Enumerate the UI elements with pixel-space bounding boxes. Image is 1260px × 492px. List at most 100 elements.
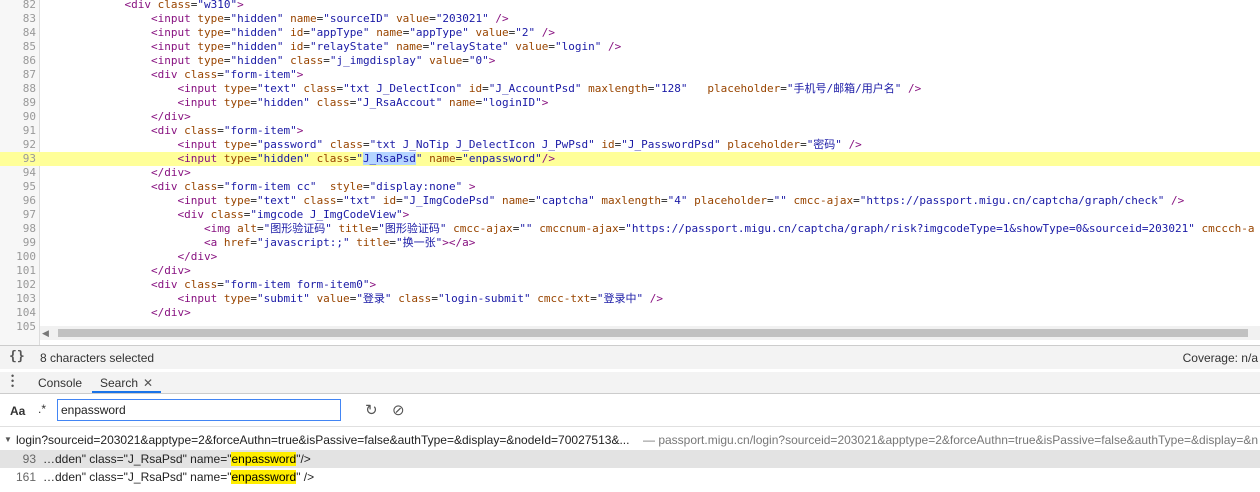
selection-info: 8 characters selected	[40, 351, 155, 365]
line-number[interactable]: 93	[0, 152, 36, 166]
line-number[interactable]: 86	[0, 54, 36, 68]
code-line: 86 <input type="hidden" class="j_imgdisp…	[0, 54, 1260, 68]
match-highlight: enpassword	[231, 452, 297, 466]
match-text: …dden" class="J_RsaPsd" name="enpassword…	[43, 470, 315, 484]
code-text: <div class="form-item">	[150, 124, 304, 137]
code-text: <input type="hidden" name="sourceID" val…	[150, 12, 509, 25]
line-number[interactable]: 92	[0, 138, 36, 152]
line-number[interactable]: 88	[0, 82, 36, 96]
line-number[interactable]: 89	[0, 96, 36, 110]
code-text: <input type="text" class="txt" id="J_Img…	[177, 194, 1185, 207]
line-number[interactable]: 85	[0, 40, 36, 54]
code-text: <input type="hidden" id="relayState" nam…	[150, 40, 622, 53]
code-line: 94 </div>	[0, 166, 1260, 180]
tab-search[interactable]: Search ✕	[92, 372, 162, 393]
line-number[interactable]: 84	[0, 26, 36, 40]
code-line: 83 <input type="hidden" name="sourceID" …	[0, 12, 1260, 26]
code-line: 97 <div class="imgcode J_ImgCodeView">	[0, 208, 1260, 222]
match-case-toggle[interactable]: Aa	[10, 404, 25, 418]
code-text: <div class="w310">	[124, 0, 244, 11]
code-line: 82 <div class="w310">	[0, 0, 1260, 12]
line-number[interactable]: 99	[0, 236, 36, 250]
line-number[interactable]: 83	[0, 12, 36, 26]
code-text: </div>	[177, 250, 218, 263]
code-line: 87 <div class="form-item">	[0, 68, 1260, 82]
close-icon[interactable]: ✕	[143, 376, 153, 390]
coverage-status: Coverage: n/a	[1182, 351, 1258, 365]
code-line: 91 <div class="form-item">	[0, 124, 1260, 138]
search-toolbar: Aa .* ↻ ⊘	[0, 394, 1260, 427]
code-line: 96 <input type="text" class="txt" id="J_…	[0, 194, 1260, 208]
expand-triangle-icon[interactable]: ▼	[4, 432, 12, 448]
code-text: <input type="text" class="txt J_DelectIc…	[177, 82, 922, 95]
code-text: <input type="hidden" id="appType" name="…	[150, 26, 556, 39]
regex-toggle[interactable]: .*	[38, 402, 46, 416]
drawer-tab-bar: • • • Console Search ✕	[0, 372, 1260, 394]
line-number[interactable]: 103	[0, 292, 36, 306]
refresh-icon[interactable]: ↻	[365, 401, 378, 419]
code-text: <img alt="图形验证码" title="图形验证码" cmcc-ajax…	[203, 222, 1255, 235]
code-line: 88 <input type="text" class="txt J_Delec…	[0, 82, 1260, 96]
line-number[interactable]: 104	[0, 306, 36, 320]
result-file-header[interactable]: ▼ login?sourceid=203021&apptype=2&forceA…	[0, 432, 1260, 448]
code-text: <input type="submit" value="登录" class="l…	[177, 292, 664, 305]
code-text: <div class="form-item cc" style="display…	[150, 180, 476, 193]
code-text: <a href="javascript:;" title="换一张"></a>	[203, 236, 476, 249]
code-line: 93 <input type="hidden" class="J_RsaPsd"…	[0, 152, 1260, 166]
code-line: 90 </div>	[0, 110, 1260, 124]
code-line: 103 <input type="submit" value="登录" clas…	[0, 292, 1260, 306]
code-line: 95 <div class="form-item cc" style="disp…	[0, 180, 1260, 194]
editor-status-bar: {} 8 characters selected Coverage: n/a	[0, 345, 1260, 369]
line-number[interactable]: 101	[0, 264, 36, 278]
code-text: <div class="form-item form-item0">	[150, 278, 377, 291]
code-line: 101 </div>	[0, 264, 1260, 278]
code-text: <div class="form-item">	[150, 68, 304, 81]
clear-icon[interactable]: ⊘	[392, 401, 405, 419]
code-text: <input type="hidden" class="J_RsaAccout"…	[177, 96, 549, 109]
match-highlight: enpassword	[231, 470, 297, 484]
result-file-url: — passport.migu.cn/login?sourceid=203021…	[643, 433, 1259, 447]
search-input[interactable]	[57, 399, 341, 421]
line-number[interactable]: 98	[0, 222, 36, 236]
code-line: 100 </div>	[0, 250, 1260, 264]
source-editor[interactable]: 82 <div class="w310"> 83 <input type="hid…	[0, 0, 1260, 345]
scrollbar-thumb[interactable]	[58, 329, 1248, 337]
match-text: …dden" class="J_RsaPsd" name="enpassword…	[43, 452, 311, 466]
code-line: 102 <div class="form-item form-item0">	[0, 278, 1260, 292]
code-line: 92 <input type="password" class="txt J_N…	[0, 138, 1260, 152]
line-number[interactable]: 91	[0, 124, 36, 138]
code-text: </div>	[150, 166, 191, 179]
line-number[interactable]: 105	[0, 320, 36, 334]
code-text: <div class="imgcode J_ImgCodeView">	[177, 208, 410, 221]
drawer-menu-icon[interactable]: • • •	[11, 372, 15, 391]
line-number[interactable]: 90	[0, 110, 36, 124]
code-text: <input type="hidden" class="J_RsaPsd" na…	[177, 152, 556, 165]
result-match-row[interactable]: 93 …dden" class="J_RsaPsd" name="enpassw…	[0, 450, 1260, 468]
result-match-row[interactable]: 161 …dden" class="J_RsaPsd" name="enpass…	[0, 468, 1260, 486]
line-number[interactable]: 95	[0, 180, 36, 194]
scroll-left-arrow-icon[interactable]: ◀	[42, 326, 49, 340]
code-line: 99 <a href="javascript:;" title="换一张"></…	[0, 236, 1260, 250]
line-number[interactable]: 82	[0, 0, 36, 12]
result-file-name: login?sourceid=203021&apptype=2&forceAut…	[16, 433, 630, 447]
code-text: </div>	[150, 306, 191, 319]
line-number[interactable]: 100	[0, 250, 36, 264]
tab-console[interactable]: Console	[38, 372, 82, 393]
line-number[interactable]: 97	[0, 208, 36, 222]
code-text: <input type="hidden" class="j_imgdisplay…	[150, 54, 496, 67]
code-line: 84 <input type="hidden" id="appType" nam…	[0, 26, 1260, 40]
line-number[interactable]: 96	[0, 194, 36, 208]
line-number[interactable]: 102	[0, 278, 36, 292]
match-line-number: 93	[22, 452, 36, 466]
match-line-number: 161	[15, 470, 36, 484]
code-line: 98 <img alt="图形验证码" title="图形验证码" cmcc-a…	[0, 222, 1260, 236]
pretty-print-button[interactable]: {}	[9, 349, 25, 364]
line-number[interactable]: 87	[0, 68, 36, 82]
search-results: ▼ login?sourceid=203021&apptype=2&forceA…	[0, 428, 1260, 492]
tab-search-label: Search	[100, 376, 139, 390]
line-number[interactable]: 94	[0, 166, 36, 180]
code-text: </div>	[150, 110, 191, 123]
code-text: </div>	[150, 264, 191, 277]
code-line: 89 <input type="hidden" class="J_RsaAcco…	[0, 96, 1260, 110]
horizontal-scrollbar[interactable]: ◀	[40, 326, 1260, 340]
